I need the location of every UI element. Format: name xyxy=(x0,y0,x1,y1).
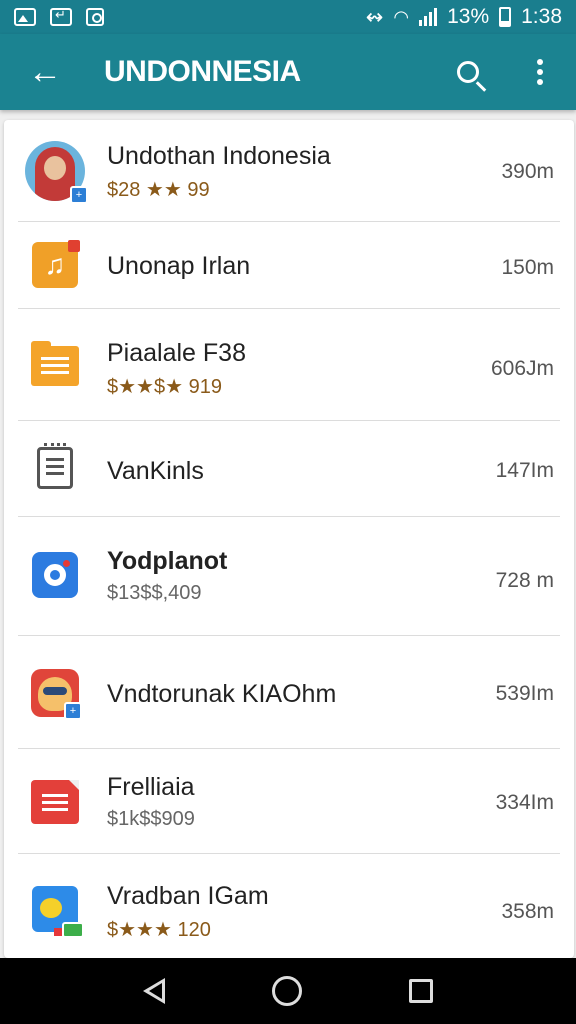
wifi-icon: ◠ xyxy=(393,6,410,27)
list-item[interactable]: Yodplanot $13$$,409 728 m xyxy=(4,517,574,636)
item-rating: $28 ★★ 99 xyxy=(107,179,210,201)
avatar-icon: + xyxy=(24,140,88,204)
download-notification-icon xyxy=(86,8,104,26)
item-price: $13$$,409 xyxy=(107,582,202,604)
nav-back-icon[interactable] xyxy=(143,978,166,1004)
search-icon xyxy=(457,61,479,83)
item-name: VanKinls xyxy=(107,457,204,485)
more-options-button[interactable] xyxy=(504,34,576,110)
list-item[interactable]: + Undothan Indonesia $28 ★★ 99 390m xyxy=(4,120,574,222)
item-name: Vndtorunak KIAOhm xyxy=(107,680,337,708)
battery-percent: 13% xyxy=(447,5,490,28)
item-size: 539Im xyxy=(495,682,554,705)
list-item[interactable]: Piaalale F38 $★★$★ 919 606Jm xyxy=(4,309,574,421)
item-name: Frelliaia xyxy=(107,773,195,801)
list-item[interactable]: Frelliaia $1k$$909 334Im xyxy=(4,749,574,854)
status-bar: ↭ ◠ 13% 1:38 xyxy=(0,0,576,34)
more-vert-icon xyxy=(537,57,543,87)
red-file-icon xyxy=(24,771,86,833)
music-app-icon: ♫ xyxy=(24,234,86,296)
app-bar: ← UNDONNESIA xyxy=(0,34,576,110)
battery-icon xyxy=(499,7,512,27)
item-size: 147Im xyxy=(495,459,554,482)
search-button[interactable] xyxy=(432,34,504,110)
item-name: Undothan Indonesia xyxy=(107,142,331,170)
item-price: $1k$$909 xyxy=(107,808,195,830)
item-rating: $★★★ 120 xyxy=(107,919,211,941)
item-name: Piaalale F38 xyxy=(107,339,246,367)
list-item[interactable]: + Vndtorunak KIAOhm 539Im xyxy=(4,636,574,749)
item-name: Vradban IGam xyxy=(107,882,269,910)
navigation-bar xyxy=(0,958,576,1024)
list-item[interactable]: VanKinls 147Im xyxy=(4,421,574,517)
item-size: 150m xyxy=(501,256,554,279)
settings-app-icon xyxy=(24,544,86,606)
back-button[interactable]: ← xyxy=(0,34,90,110)
item-size: 358m xyxy=(501,900,554,923)
list-item[interactable]: ♫ Unonap Irlan 150m xyxy=(4,222,574,309)
game-app-icon xyxy=(24,878,86,940)
vibrate-icon: ↭ xyxy=(365,5,384,29)
clock: 1:38 xyxy=(521,5,562,28)
item-name: Unonap Irlan xyxy=(107,252,251,280)
image-notification-icon xyxy=(14,8,36,26)
list-item[interactable]: Vradban IGam $★★★ 120 358m xyxy=(4,854,574,958)
nav-recents-icon[interactable] xyxy=(408,979,433,1003)
page-title: UNDONNESIA xyxy=(104,55,301,88)
item-size: 334Im xyxy=(495,791,554,814)
item-name: Yodplanot xyxy=(107,547,228,575)
arrow-left-icon: ← xyxy=(28,52,62,91)
item-size: 606Jm xyxy=(490,357,554,380)
notepad-icon xyxy=(24,437,86,499)
item-rating: $★★$★ 919 xyxy=(107,376,222,398)
folder-icon xyxy=(24,335,86,397)
item-size: 390m xyxy=(501,160,554,183)
mask-app-icon: + xyxy=(24,662,86,724)
item-size: 728 m xyxy=(495,569,554,592)
nav-home-icon[interactable] xyxy=(271,976,302,1006)
reply-notification-icon xyxy=(50,7,72,26)
signal-icon xyxy=(419,8,438,26)
app-list: + Undothan Indonesia $28 ★★ 99 390m ♫ Un… xyxy=(4,120,574,958)
